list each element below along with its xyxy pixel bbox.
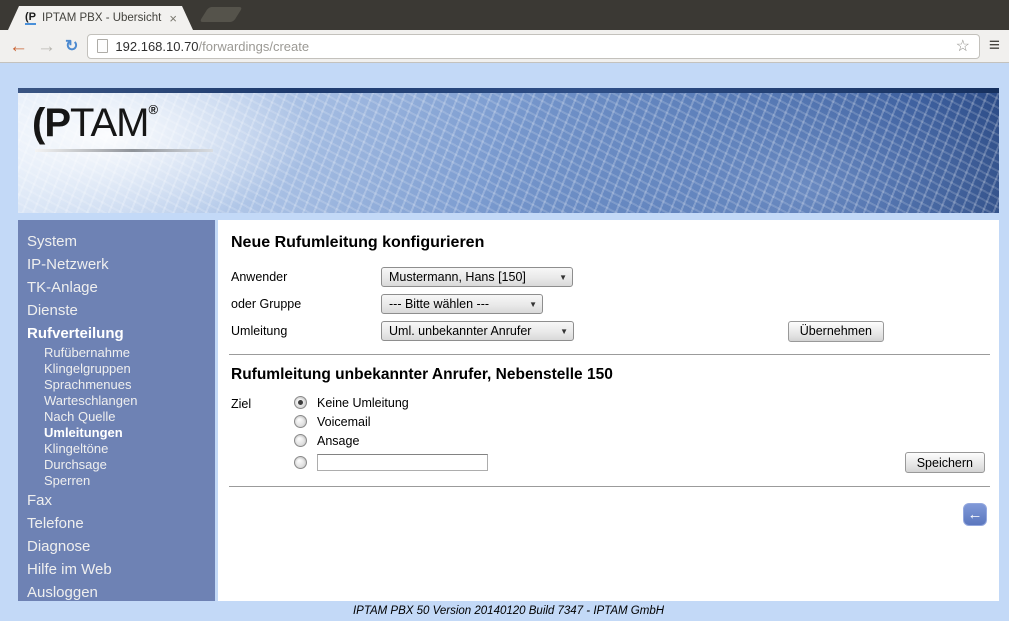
sidebar-item-sprachmenues[interactable]: Sprachmenues	[18, 377, 215, 393]
sidebar-item-ip-netzwerk[interactable]: IP-Netzwerk	[18, 253, 215, 276]
custom-target-input[interactable]	[317, 454, 488, 471]
sidebar-item-hilfe-im-web[interactable]: Hilfe im Web	[18, 558, 215, 581]
sidebar-item-tk-anlage[interactable]: TK-Anlage	[18, 276, 215, 299]
radio-custom-target[interactable]	[294, 456, 307, 469]
radio-voicemail[interactable]	[294, 415, 307, 428]
radio-ansage[interactable]	[294, 434, 307, 447]
iptam-logo: (PTAM®	[32, 101, 158, 146]
bookmark-star-icon[interactable]: ☆	[956, 36, 970, 56]
menu-icon[interactable]: ≡	[989, 35, 1000, 57]
sidebar-item-sperren[interactable]: Sperren	[18, 473, 215, 489]
sidebar-item-ausloggen[interactable]: Ausloggen	[18, 581, 215, 601]
section2-title: Rufumleitung unbekannter Anrufer, Nebens…	[231, 366, 613, 383]
sidebar-item-warteschlangen[interactable]: Warteschlangen	[18, 393, 215, 409]
logo-ip-text: (P	[32, 101, 71, 145]
url-path: /forwardings/create	[198, 38, 310, 54]
ziel-label: Ziel	[231, 397, 252, 411]
apply-button[interactable]: Übernehmen	[787, 320, 884, 342]
url-bar[interactable]: 192.168.10.70/forwardings/create ☆	[87, 33, 980, 59]
browser-toolbar: ← → ↻ 192.168.10.70/forwardings/create ☆…	[0, 30, 1009, 63]
footer-version-text: IPTAM PBX 50 Version 20140120 Build 7347…	[352, 605, 665, 617]
gruppe-select-value: --- Bitte wählen ---	[389, 297, 490, 311]
sidebar-item-system[interactable]: System	[18, 230, 215, 253]
sidebar-item-durchsage[interactable]: Durchsage	[18, 457, 215, 473]
logo-underline	[35, 149, 213, 152]
url-text[interactable]: 192.168.10.70/forwardings/create	[115, 39, 948, 54]
page-title: Neue Rufumleitung konfigurieren	[231, 234, 485, 251]
browser-tab[interactable]: (P IPTAM PBX - Übersicht Ru ×	[8, 6, 193, 30]
new-tab-button[interactable]	[199, 7, 243, 22]
tab-title: IPTAM PBX - Übersicht Ru	[42, 12, 162, 24]
chevron-down-icon: ▼	[529, 299, 537, 309]
logo-tam-text: TAM	[70, 101, 149, 145]
reload-icon[interactable]: ↻	[65, 37, 78, 56]
section-divider-2	[229, 486, 990, 487]
forward-icon[interactable]: →	[37, 37, 56, 56]
sidebar-item-nach-quelle[interactable]: Nach Quelle	[18, 409, 215, 425]
page-icon	[97, 39, 109, 53]
sidebar-item-telefone[interactable]: Telefone	[18, 512, 215, 535]
radio-keine-umleitung-label: Keine Umleitung	[317, 395, 409, 410]
section-divider	[229, 354, 990, 355]
header-banner: (PTAM®	[18, 88, 999, 213]
browser-window: (P IPTAM PBX - Übersicht Ru × ← → ↻ 192.…	[0, 0, 1009, 621]
anwender-select[interactable]: Mustermann, Hans [150] ▼	[381, 267, 573, 287]
sidebar-item-klingelgruppen[interactable]: Klingelgruppen	[18, 361, 215, 377]
favicon-icon: (P	[25, 10, 36, 23]
sidebar-item-rufverteilung[interactable]: Rufverteilung	[18, 322, 215, 345]
ziel-options: Keine Umleitung Voicemail Ansage Speiche…	[294, 395, 999, 473]
anwender-label: Anwender	[231, 270, 288, 284]
tab-close-icon[interactable]: ×	[169, 12, 177, 25]
url-host: 192.168.10.70	[115, 38, 199, 54]
sidebar-item-diagnose[interactable]: Diagnose	[18, 535, 215, 558]
umleitung-select[interactable]: Uml. unbekannter Anrufer ▼	[381, 321, 574, 341]
back-icon[interactable]: ←	[9, 37, 28, 56]
sidebar-item-fax[interactable]: Fax	[18, 489, 215, 512]
sidebar-item-umleitungen[interactable]: Umleitungen	[18, 425, 215, 441]
sidebar-item-klingeltoene[interactable]: Klingeltöne	[18, 441, 215, 457]
main-content: Neue Rufumleitung konfigurieren Anwender…	[218, 220, 999, 601]
chevron-down-icon: ▼	[560, 326, 568, 336]
umleitung-select-value: Uml. unbekannter Anrufer	[389, 324, 532, 338]
save-button[interactable]: Speichern	[904, 452, 985, 473]
sidebar-nav: System IP-Netzwerk TK-Anlage Dienste Ruf…	[18, 220, 215, 601]
sidebar-item-rufuebernahme[interactable]: Rufübernahme	[18, 345, 215, 361]
chevron-down-icon: ▼	[559, 272, 567, 282]
back-nav-button[interactable]: ←	[963, 503, 987, 526]
titlebar: (P IPTAM PBX - Übersicht Ru ×	[0, 0, 1009, 30]
radio-voicemail-label: Voicemail	[317, 414, 371, 429]
sidebar-item-dienste[interactable]: Dienste	[18, 299, 215, 322]
gruppe-select[interactable]: --- Bitte wählen --- ▼	[381, 294, 543, 314]
radio-ansage-label: Ansage	[317, 433, 360, 448]
page-body: (PTAM® System IP-Netzwerk TK-Anlage Dien…	[0, 63, 1009, 621]
anwender-select-value: Mustermann, Hans [150]	[389, 270, 526, 284]
radio-keine-umleitung[interactable]	[294, 396, 307, 409]
umleitung-label: Umleitung	[231, 324, 288, 338]
gruppe-label: oder Gruppe	[231, 297, 302, 311]
logo-registered-mark: ®	[148, 102, 158, 117]
